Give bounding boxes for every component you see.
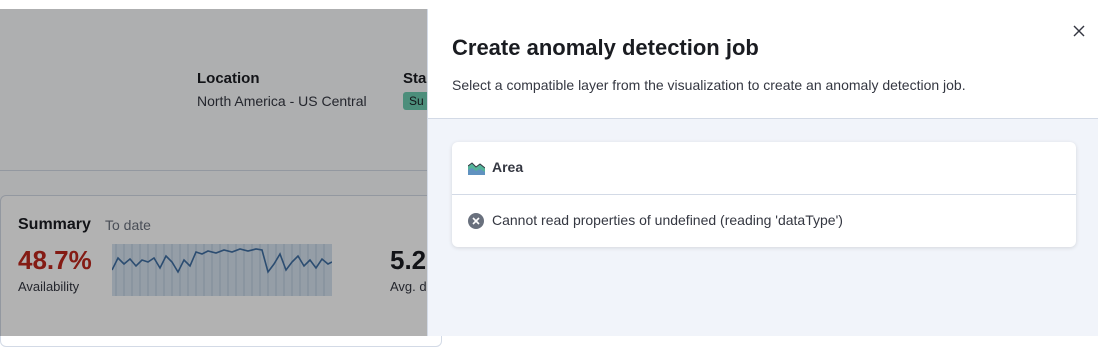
top-bar xyxy=(0,0,1098,9)
area-chart-icon xyxy=(468,162,485,175)
error-icon xyxy=(468,213,484,229)
flyout-title: Create anomaly detection job xyxy=(452,35,759,60)
layer-card-header: Area xyxy=(452,142,1076,195)
layer-card: Area Cannot read properties of undefined… xyxy=(452,142,1076,247)
layer-error-message: Cannot read properties of undefined (rea… xyxy=(492,212,843,228)
anomaly-job-flyout: Create anomaly detection job Select a co… xyxy=(427,9,1098,336)
close-icon xyxy=(1073,25,1085,37)
flyout-description: Select a compatible layer from the visua… xyxy=(452,77,966,93)
flyout-header: Create anomaly detection job Select a co… xyxy=(428,9,1098,119)
close-button[interactable] xyxy=(1069,21,1089,41)
layer-type-label: Area xyxy=(492,159,524,175)
